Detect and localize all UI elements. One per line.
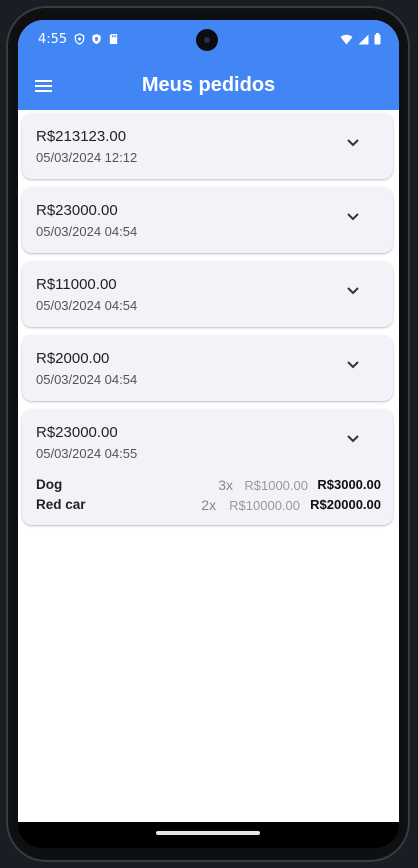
cell-signal-icon — [358, 34, 369, 44]
home-indicator[interactable] — [156, 831, 260, 835]
order-card-header[interactable]: R$213123.00 05/03/2024 12:12 — [22, 113, 393, 179]
order-date: 05/03/2024 04:54 — [36, 224, 138, 239]
chevron-down-icon[interactable] — [347, 139, 359, 147]
order-date: 05/03/2024 04:54 — [36, 372, 138, 387]
status-bar: 4:55 — [18, 20, 399, 62]
app-bar: Meus pedidos — [18, 62, 399, 110]
order-card-header[interactable]: R$2000.00 05/03/2024 04:54 — [22, 335, 393, 401]
order-amount: R$213123.00 — [36, 128, 127, 145]
status-time: 4:55 — [38, 32, 68, 47]
order-card-header[interactable]: R$23000.00 05/03/2024 04:54 — [22, 187, 393, 253]
order-amount: R$2000.00 — [36, 350, 110, 367]
vpn-shield-icon — [92, 33, 101, 45]
order-card[interactable]: R$2000.00 05/03/2024 04:54 — [22, 335, 393, 401]
order-card[interactable]: R$213123.00 05/03/2024 12:12 — [22, 113, 393, 179]
item-total: R$20000.00 — [310, 497, 381, 512]
order-card[interactable]: R$11000.00 05/03/2024 04:54 — [22, 261, 393, 327]
front-camera — [196, 29, 218, 51]
gesture-nav-bar — [18, 822, 399, 848]
shield-icon — [74, 33, 85, 45]
item-unit-price: R$10000.00 — [229, 498, 300, 513]
order-amount: R$23000.00 — [36, 202, 118, 219]
order-date: 05/03/2024 04:54 — [36, 298, 138, 313]
chevron-down-icon[interactable] — [347, 287, 359, 295]
wifi-icon — [340, 34, 353, 44]
status-right-icons — [340, 33, 381, 45]
order-card-header[interactable]: R$23000.00 05/03/2024 04:55 — [22, 409, 393, 475]
chevron-down-icon[interactable] — [347, 361, 359, 369]
order-item-row: Dog 3x R$1000.00 R$3000.00 — [36, 475, 381, 495]
item-name: Dog — [36, 477, 63, 492]
order-card-expanded[interactable]: R$23000.00 05/03/2024 04:55 Dog 3x R$100… — [22, 409, 393, 525]
order-card[interactable]: R$23000.00 05/03/2024 04:54 — [22, 187, 393, 253]
chevron-down-icon[interactable] — [347, 213, 359, 221]
item-quantity: 2x — [201, 497, 216, 513]
sd-card-icon — [109, 33, 118, 45]
item-name: Red car — [36, 497, 86, 512]
order-date: 05/03/2024 04:55 — [36, 446, 138, 461]
status-left-icons — [74, 33, 119, 45]
item-unit-price: R$1000.00 — [244, 478, 308, 493]
order-amount: R$11000.00 — [36, 276, 117, 293]
order-amount: R$23000.00 — [36, 424, 118, 441]
order-card-header[interactable]: R$11000.00 05/03/2024 04:54 — [22, 261, 393, 327]
order-date: 05/03/2024 12:12 — [36, 150, 138, 165]
screen: 4:55 Meus pedidos R$213123.00 05/03/2024… — [18, 20, 399, 822]
orders-list: R$213123.00 05/03/2024 12:12 R$23000.00 … — [22, 113, 393, 533]
item-total: R$3000.00 — [317, 477, 381, 492]
page-title: Meus pedidos — [141, 74, 276, 96]
item-quantity: 3x — [218, 477, 233, 493]
order-item-row: Red car 2x R$10000.00 R$20000.00 — [36, 495, 381, 515]
battery-icon — [374, 33, 381, 45]
chevron-down-icon[interactable] — [347, 435, 359, 443]
